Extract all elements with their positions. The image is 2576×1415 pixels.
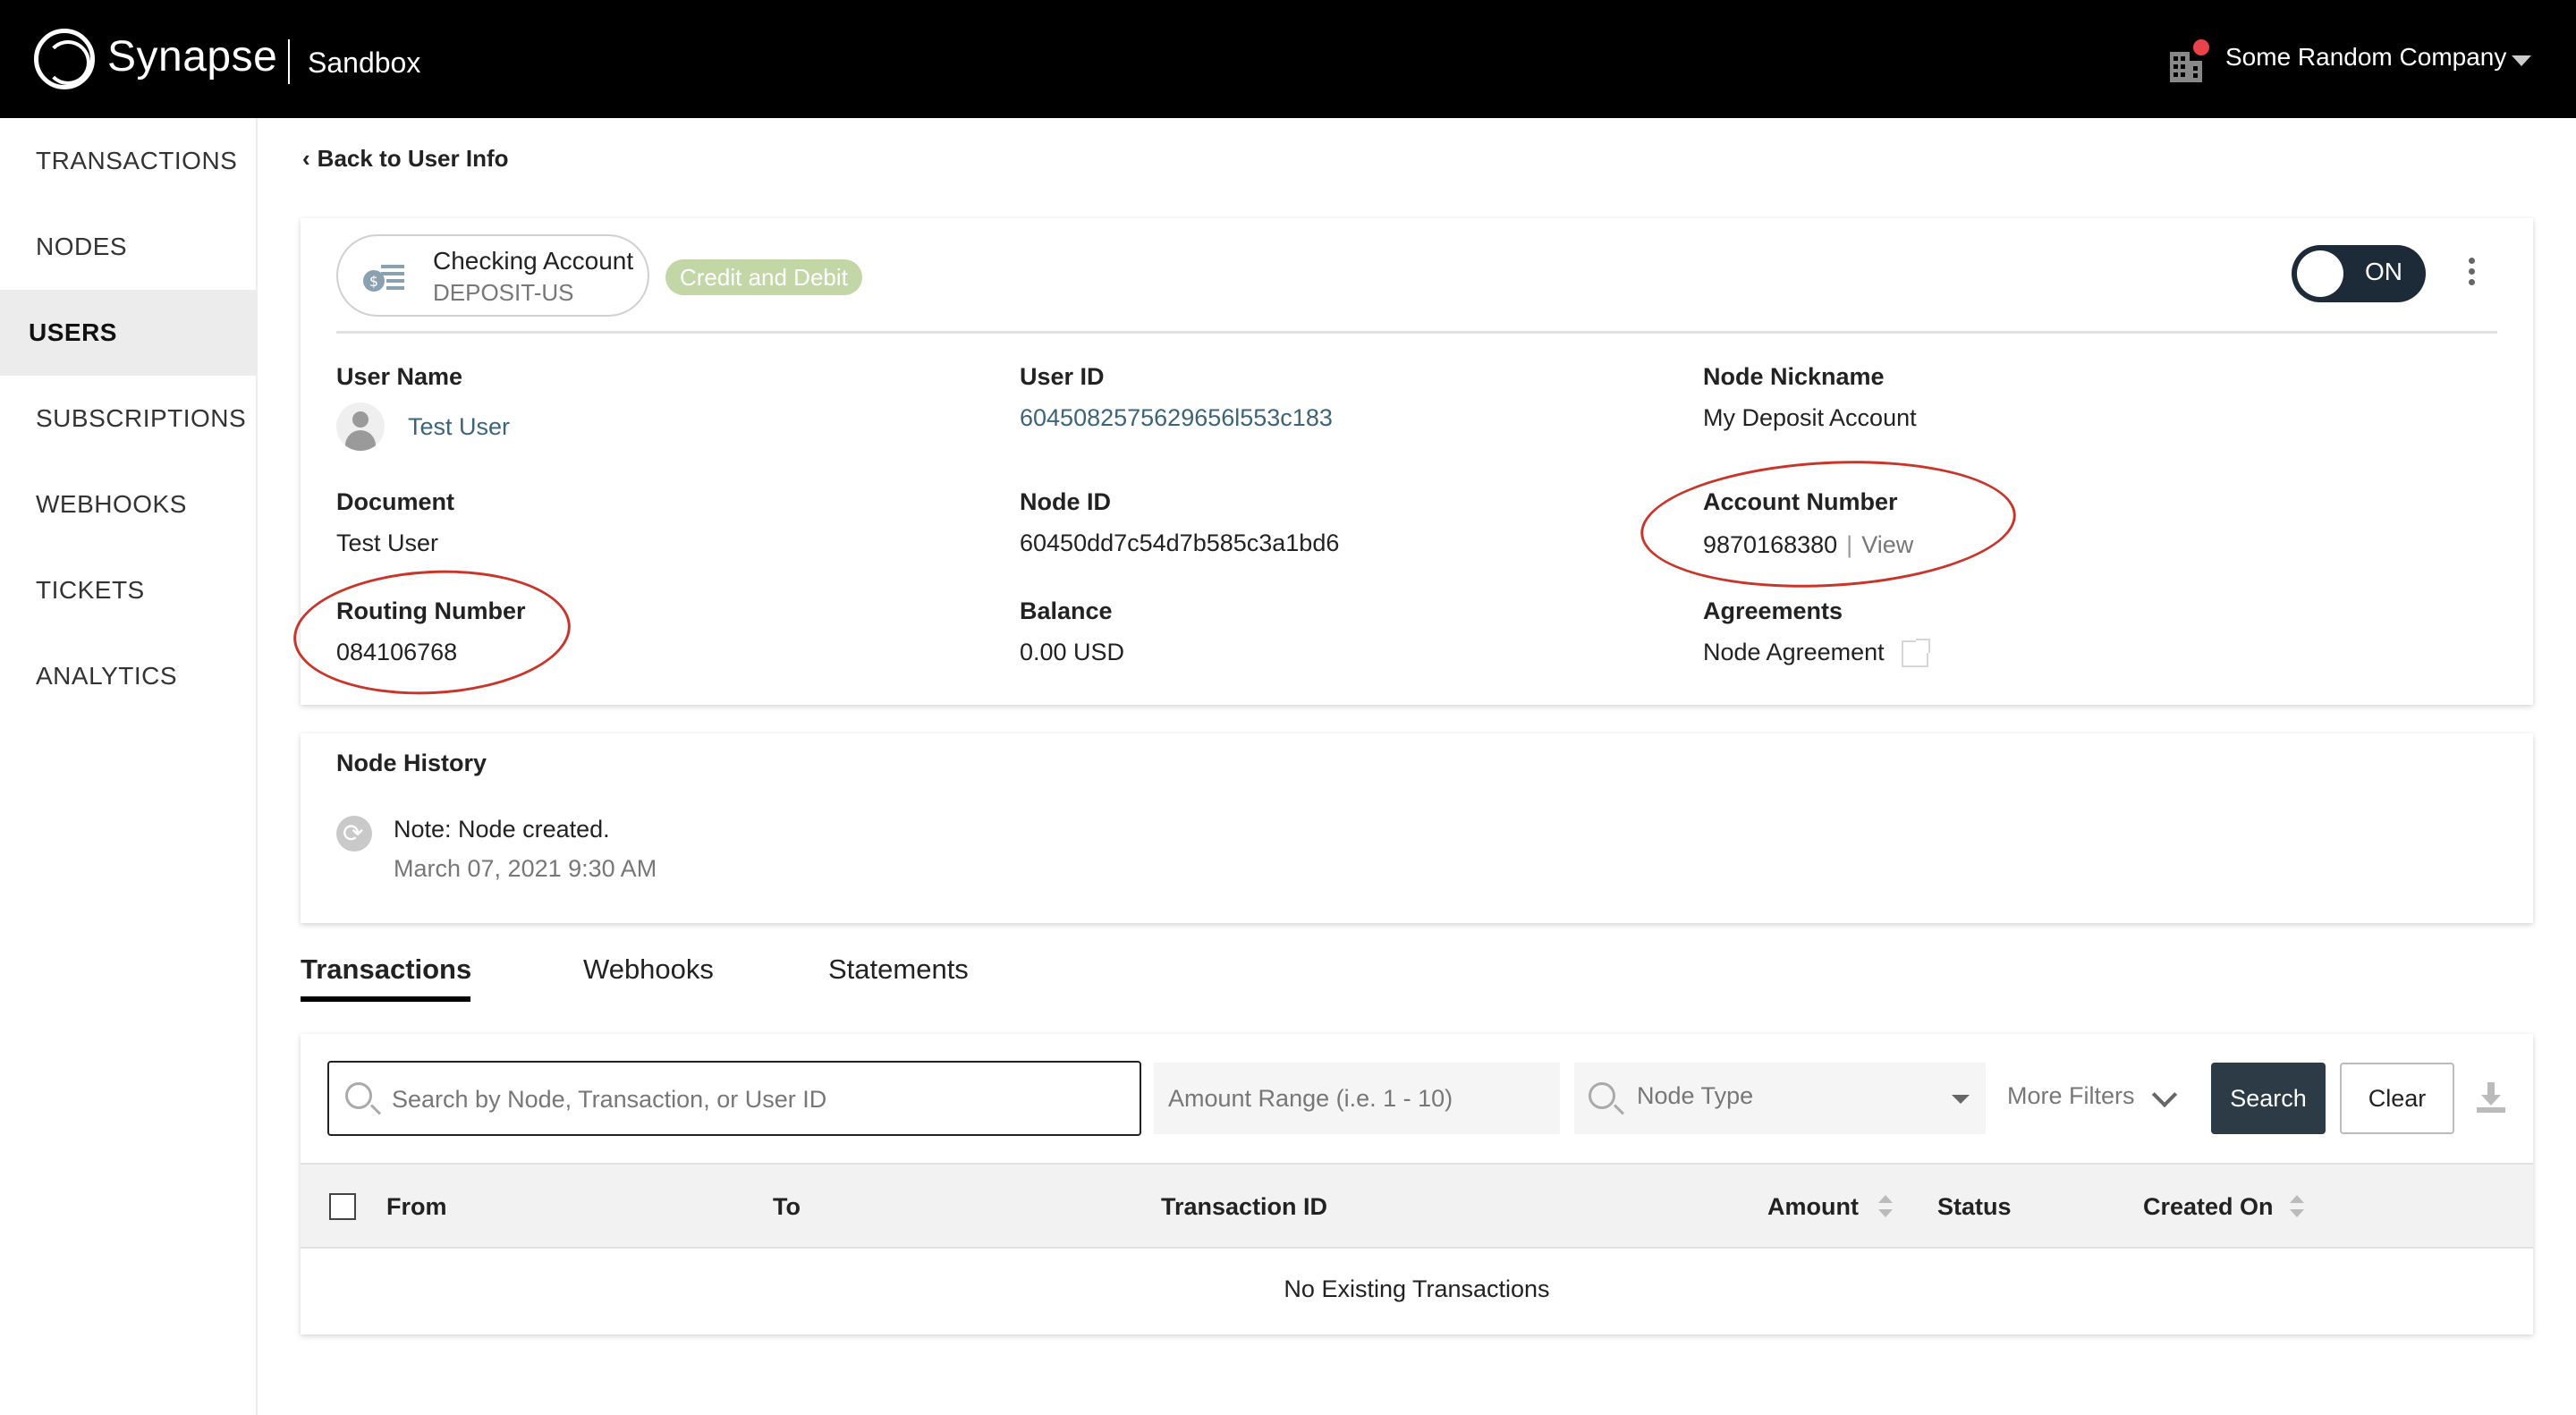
tab-transactions[interactable]: Transactions: [301, 953, 471, 986]
column-from[interactable]: From: [386, 1193, 447, 1221]
notification-dot-icon: [2193, 39, 2209, 55]
amount-range-input[interactable]: [1168, 1079, 1544, 1118]
caret-down-icon: [1952, 1095, 1970, 1104]
node-details-card: $ Checking Account DEPOSIT-US Credit and…: [290, 218, 2533, 705]
column-to[interactable]: To: [773, 1193, 801, 1221]
permission-tag: Credit and Debit: [665, 259, 862, 295]
chevron-down-icon[interactable]: [2151, 1081, 2178, 1108]
history-date: March 07, 2021 9:30 AM: [394, 855, 657, 882]
more-filters-toggle[interactable]: More Filters: [2007, 1082, 2135, 1110]
download-icon[interactable]: [2474, 1080, 2508, 1114]
agreements-label: Agreements: [1703, 597, 1843, 624]
chevron-left-icon: ‹: [302, 145, 310, 172]
search-icon: [1589, 1082, 1615, 1109]
avatar: [336, 402, 385, 451]
column-amount[interactable]: Amount: [1767, 1193, 1859, 1221]
refresh-icon: [336, 816, 372, 852]
node-history-title: Node History: [336, 750, 487, 776]
amount-range-box[interactable]: [1154, 1063, 1560, 1134]
user-id-label: User ID: [1020, 363, 1105, 390]
sidebar-item-subscriptions[interactable]: SUBSCRIPTIONS: [0, 376, 256, 462]
empty-table-message: No Existing Transactions: [1284, 1275, 1550, 1302]
synapse-logo-icon[interactable]: [34, 29, 95, 89]
node-type-select[interactable]: Node Type: [1574, 1063, 1986, 1134]
account-type: Checking Account: [433, 247, 634, 275]
column-status[interactable]: Status: [1937, 1193, 2012, 1221]
account-type-pill: $ Checking Account DEPOSIT-US: [336, 234, 649, 317]
tab-statements[interactable]: Statements: [828, 953, 969, 986]
user-name-label: User Name: [336, 363, 463, 390]
column-created-on[interactable]: Created On: [2143, 1193, 2274, 1221]
node-type-label: Node Type: [1637, 1082, 1754, 1109]
search-icon: [345, 1082, 372, 1109]
user-id-link[interactable]: 6045082575629656l553c183: [1020, 404, 1333, 432]
chevron-down-icon[interactable]: [2512, 55, 2531, 66]
clear-button[interactable]: Clear: [2340, 1063, 2454, 1134]
column-transaction-id[interactable]: Transaction ID: [1161, 1193, 1327, 1221]
sort-icon[interactable]: [2290, 1195, 2304, 1220]
node-history-card: Node History Note: Node created. March 0…: [301, 733, 2533, 923]
transactions-card: Node Type More Filters Search Clear From…: [301, 1034, 2533, 1335]
routing-number-highlight: [290, 563, 574, 702]
user-name-link[interactable]: Test User: [408, 413, 510, 441]
sidebar-item-transactions[interactable]: TRANSACTIONS: [0, 118, 256, 204]
document-value: Test User: [336, 530, 439, 556]
bank-check-icon: $: [363, 265, 404, 292]
select-all-checkbox[interactable]: [329, 1193, 356, 1220]
sort-icon[interactable]: [1878, 1195, 1893, 1220]
history-note: Note: Node created.: [394, 816, 610, 843]
external-link-icon[interactable]: [1902, 639, 1930, 667]
svg-text:$: $: [369, 273, 378, 290]
top-bar: Synapse Sandbox Some Random Company: [0, 0, 2576, 118]
divider: [336, 331, 2497, 334]
toggle-knob: [2297, 250, 2343, 297]
sidebar-item-nodes[interactable]: NODES: [0, 204, 256, 290]
balance-label: Balance: [1020, 597, 1113, 624]
sidebar-item-analytics[interactable]: ANALYTICS: [0, 633, 256, 719]
back-link-label: Back to User Info: [317, 145, 509, 172]
node-nickname-label: Node Nickname: [1703, 363, 1885, 390]
search-box[interactable]: [327, 1061, 1141, 1136]
active-tab-indicator: [301, 996, 470, 1002]
account-subtype: DEPOSIT-US: [433, 279, 574, 306]
node-status-toggle[interactable]: ON: [2292, 245, 2426, 302]
table-header: From To Transaction ID Amount Status Cre…: [301, 1163, 2533, 1249]
brand-name[interactable]: Synapse: [107, 32, 277, 81]
sidebar-item-users[interactable]: USERS: [0, 290, 256, 376]
more-options-icon[interactable]: [2469, 258, 2478, 288]
company-selector[interactable]: Some Random Company: [2225, 43, 2506, 72]
tab-webhooks[interactable]: Webhooks: [583, 953, 714, 986]
node-id-value: 60450dd7c54d7b585c3a1bd6: [1020, 530, 1340, 556]
account-number-highlight: [1637, 452, 2020, 597]
document-label: Document: [336, 488, 455, 515]
node-nickname-value: My Deposit Account: [1703, 404, 1917, 431]
environment-label: Sandbox: [308, 47, 421, 79]
sidebar-item-webhooks[interactable]: WEBHOOKS: [0, 462, 256, 547]
balance-value: 0.00 USD: [1020, 639, 1125, 665]
sidebar-item-tickets[interactable]: TICKETS: [0, 547, 256, 633]
node-agreement-link[interactable]: Node Agreement: [1703, 639, 1885, 666]
search-button[interactable]: Search: [2211, 1063, 2326, 1134]
toggle-label: ON: [2365, 258, 2402, 285]
node-id-label: Node ID: [1020, 488, 1112, 515]
search-input[interactable]: [392, 1079, 1125, 1120]
back-to-user-info-link[interactable]: ‹ Back to User Info: [302, 145, 509, 173]
brand-separator: [288, 39, 290, 84]
sidebar: TRANSACTIONS NODES USERS SUBSCRIPTIONS W…: [0, 118, 258, 1415]
